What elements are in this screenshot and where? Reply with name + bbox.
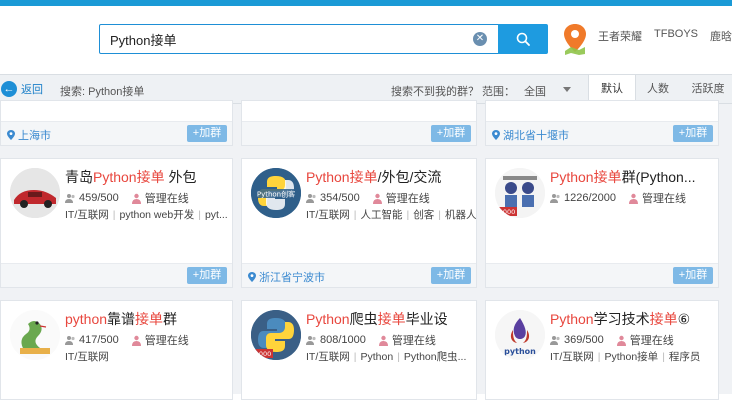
svg-text:python: python (504, 347, 536, 356)
member-count: 459/500 (79, 192, 119, 204)
group-name[interactable]: 青岛Python接单 外包 (65, 167, 196, 187)
join-group-button[interactable]: +加群 (187, 125, 227, 142)
member-count: 417/500 (79, 334, 119, 346)
hot-link[interactable]: TFBOYS (654, 28, 698, 44)
group-meta: 369/500 管理在线 (550, 332, 674, 348)
join-group-button[interactable]: +加群 (673, 267, 713, 284)
group-name[interactable]: Python爬虫接单毕业设 (306, 309, 448, 329)
join-group-button[interactable]: +加群 (431, 125, 471, 142)
group-card[interactable]: Python创客 Python接单/外包/交流 354/500 管理在线 IT/… (241, 158, 477, 288)
card-footer: 浙江省宁波市 +加群 (242, 263, 476, 287)
card-footer: 上海市 +加群 (1, 121, 232, 145)
group-card[interactable]: 2000 Python接单群(Python... 1226/2000 管理在线 … (485, 158, 719, 288)
group-tags: IT/互联网 | python web开发 | pyt... (65, 209, 228, 221)
admin-status: 管理在线 (144, 193, 189, 205)
card-footer: +加群 (486, 263, 718, 287)
group-card[interactable]: +加群 (241, 100, 477, 146)
svg-text:Python创客: Python创客 (257, 190, 295, 199)
search-box: ✕ (99, 24, 499, 54)
member-count: 808/1000 (320, 334, 366, 346)
admin-status: 管理在线 (642, 193, 686, 205)
card-location: 浙江省宁波市 (248, 269, 325, 285)
group-avatar: 1000 (251, 310, 301, 360)
members-icon (65, 193, 75, 203)
group-tags: IT/互联网 | Python接单 | 程序员 (550, 351, 701, 363)
group-name[interactable]: Python接单群(Python... (550, 167, 696, 187)
admin-icon (616, 335, 626, 346)
hot-link[interactable]: 鹿晗 (710, 28, 732, 44)
join-group-button[interactable]: +加群 (431, 267, 471, 284)
group-card[interactable]: 湖北省十堰市 +加群 (485, 100, 719, 146)
join-group-button[interactable]: +加群 (187, 267, 227, 284)
svg-text:2000: 2000 (499, 208, 516, 216)
cant-find-link[interactable]: 搜索不到我的群？ (391, 83, 479, 99)
card-footer: +加群 (1, 263, 232, 287)
card-footer: 湖北省十堰市 +加群 (486, 121, 718, 145)
group-avatar: Python创客 (251, 168, 301, 218)
group-meta: 459/500 管理在线 (65, 190, 189, 206)
range-label: 范围： (482, 86, 515, 98)
members-icon (306, 193, 316, 203)
members-icon (306, 335, 316, 345)
admin-icon (378, 335, 388, 346)
group-avatar: 2000 (495, 168, 545, 218)
hot-link[interactable]: 王者荣耀 (598, 28, 642, 44)
members-icon (550, 335, 560, 345)
group-tags: IT/互联网 | Python | Python爬虫... (306, 351, 467, 363)
search-input[interactable] (100, 25, 460, 53)
group-meta: 1226/2000 管理在线 (550, 190, 686, 206)
members-icon (65, 335, 75, 345)
join-group-button[interactable]: +加群 (673, 125, 713, 142)
location-pin-icon[interactable] (563, 23, 587, 55)
group-card[interactable]: 青岛Python接单 外包 459/500 管理在线 IT/互联网 | python… (0, 158, 233, 288)
location-icon (492, 130, 500, 140)
admin-status: 管理在线 (391, 335, 436, 347)
results-area: 上海市 +加群 +加群 湖北省十堰市 +加群 青岛Python接单 外包 459… (0, 100, 732, 400)
group-card[interactable]: 1000 Python爬虫接单毕业设 808/1000 管理在线 IT/互联网 |… (241, 300, 477, 400)
admin-icon (131, 335, 141, 346)
group-tags: IT/互联网 | 人工智能 | 创客 | 机器人 (306, 209, 476, 221)
back-button[interactable]: ← 返回 (1, 81, 43, 97)
card-footer: +加群 (242, 121, 476, 145)
admin-status: 管理在线 (144, 335, 189, 347)
search-summary: 搜索: Python接单 (60, 86, 145, 98)
group-meta: 808/1000 管理在线 (306, 332, 436, 348)
clear-icon[interactable]: ✕ (473, 32, 487, 46)
member-count: 369/500 (564, 334, 604, 346)
member-count: 1226/2000 (564, 192, 616, 204)
group-avatar (10, 310, 60, 360)
group-avatar (10, 168, 60, 218)
card-location: 湖北省十堰市 (492, 127, 569, 143)
hot-search-links: 王者荣耀 TFBOYS 鹿晗 (598, 28, 732, 44)
group-meta: 354/500 管理在线 (306, 190, 430, 206)
back-label: 返回 (21, 84, 43, 96)
location-icon (248, 272, 256, 282)
range-dropdown[interactable]: 全国 (524, 83, 546, 99)
group-card[interactable]: 上海市 +加群 (0, 100, 233, 146)
member-count: 354/500 (320, 192, 360, 204)
members-icon (550, 193, 560, 203)
admin-status: 管理在线 (385, 193, 430, 205)
group-card[interactable]: python靠谱接单群 417/500 管理在线 IT/互联网 (0, 300, 233, 400)
group-tags: IT/互联网 (65, 351, 109, 363)
group-card[interactable]: python Python学习技术接单⑥ 369/500 管理在线 IT/互联网… (485, 300, 719, 400)
svg-text:1000: 1000 (255, 350, 272, 358)
header: ✕ 王者荣耀 TFBOYS 鹿晗 (0, 6, 732, 74)
group-meta: 417/500 管理在线 (65, 332, 189, 348)
chevron-down-icon[interactable] (563, 87, 571, 92)
back-arrow-icon: ← (1, 81, 17, 97)
search-icon (516, 32, 530, 46)
group-avatar: python (495, 310, 545, 360)
search-button[interactable] (498, 24, 548, 54)
location-icon (7, 130, 15, 140)
admin-icon (372, 193, 382, 204)
admin-icon (629, 193, 638, 204)
admin-icon (131, 193, 141, 204)
card-location: 上海市 (7, 127, 51, 143)
group-name[interactable]: python靠谱接单群 (65, 309, 177, 329)
group-name[interactable]: Python接单/外包/交流 (306, 167, 441, 187)
group-name[interactable]: Python学习技术接单⑥ (550, 309, 690, 329)
admin-status: 管理在线 (629, 335, 674, 347)
